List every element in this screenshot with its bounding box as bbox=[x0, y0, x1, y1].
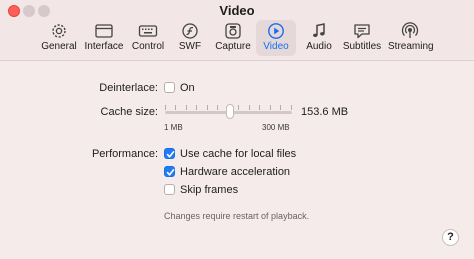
restart-note: Changes require restart of playback. bbox=[164, 211, 310, 221]
toolbar: Video General Interface Control SWF Capt… bbox=[0, 0, 474, 61]
tab-label: General bbox=[41, 41, 77, 52]
gear-icon bbox=[38, 22, 80, 40]
tab-label: Streaming bbox=[388, 41, 434, 52]
tab-label: Video bbox=[263, 41, 289, 52]
tab-general[interactable]: General bbox=[38, 20, 80, 56]
tab-label: SWF bbox=[178, 41, 202, 52]
slider-tick bbox=[196, 105, 197, 110]
tab-label: Interface bbox=[84, 41, 124, 52]
slider-tick bbox=[259, 105, 260, 110]
use-cache-label: Use cache for local files bbox=[180, 148, 297, 160]
window-icon bbox=[82, 22, 126, 40]
slider-thumb[interactable] bbox=[226, 104, 234, 119]
checkmark-icon bbox=[166, 151, 175, 158]
slider-tick bbox=[238, 105, 239, 110]
speech-bubble-icon bbox=[340, 22, 384, 40]
slider-tick bbox=[291, 105, 292, 110]
preferences-window: Video General Interface Control SWF Capt… bbox=[0, 0, 474, 259]
deinterlace-option-label: On bbox=[180, 82, 195, 94]
cache-size-value: 153.6 MB bbox=[301, 106, 349, 118]
slider-tick bbox=[217, 105, 218, 110]
slider-tick bbox=[175, 105, 176, 110]
hardware-acceleration-checkbox[interactable] bbox=[164, 166, 175, 177]
window-title: Video bbox=[219, 3, 255, 18]
deinterlace-label: Deinterlace: bbox=[99, 82, 158, 94]
tab-video[interactable]: Video bbox=[256, 20, 296, 56]
play-icon bbox=[256, 22, 296, 40]
tab-capture[interactable]: Capture bbox=[213, 20, 253, 56]
slider-min-label: 1 MB bbox=[164, 123, 183, 132]
slider-tick bbox=[186, 105, 187, 110]
tab-label: Capture bbox=[215, 41, 251, 52]
camera-icon bbox=[213, 22, 253, 40]
skip-frames-label: Skip frames bbox=[180, 184, 239, 196]
slider-tick bbox=[249, 105, 250, 110]
performance-label: Performance: bbox=[91, 148, 158, 160]
checkmark-icon bbox=[166, 169, 175, 176]
keyboard-icon bbox=[129, 22, 167, 40]
use-cache-checkbox[interactable] bbox=[164, 148, 175, 159]
flash-icon bbox=[175, 22, 205, 40]
tab-audio[interactable]: Audio bbox=[302, 20, 336, 56]
slider-max-label: 300 MB bbox=[262, 123, 290, 132]
slider-tick bbox=[165, 105, 166, 110]
tab-control[interactable]: Control bbox=[129, 20, 167, 56]
tab-label: Subtitles bbox=[342, 41, 382, 52]
deinterlace-checkbox[interactable] bbox=[164, 82, 175, 93]
hardware-acceleration-label: Hardware acceleration bbox=[180, 166, 291, 178]
tab-streaming[interactable]: Streaming bbox=[388, 20, 434, 56]
help-button[interactable]: ? bbox=[442, 229, 459, 246]
slider-tick bbox=[270, 105, 271, 110]
tab-label: Control bbox=[131, 41, 165, 52]
slider-tick bbox=[207, 105, 208, 110]
music-note-icon bbox=[302, 22, 336, 40]
cache-size-label: Cache size: bbox=[100, 106, 158, 118]
broadcast-icon bbox=[388, 22, 432, 40]
skip-frames-checkbox[interactable] bbox=[164, 184, 175, 195]
slider-tick bbox=[280, 105, 281, 110]
tab-label: Audio bbox=[306, 41, 332, 52]
tab-subtitles[interactable]: Subtitles bbox=[340, 20, 384, 56]
tab-interface[interactable]: Interface bbox=[82, 20, 126, 56]
tab-swf[interactable]: SWF bbox=[175, 20, 205, 56]
